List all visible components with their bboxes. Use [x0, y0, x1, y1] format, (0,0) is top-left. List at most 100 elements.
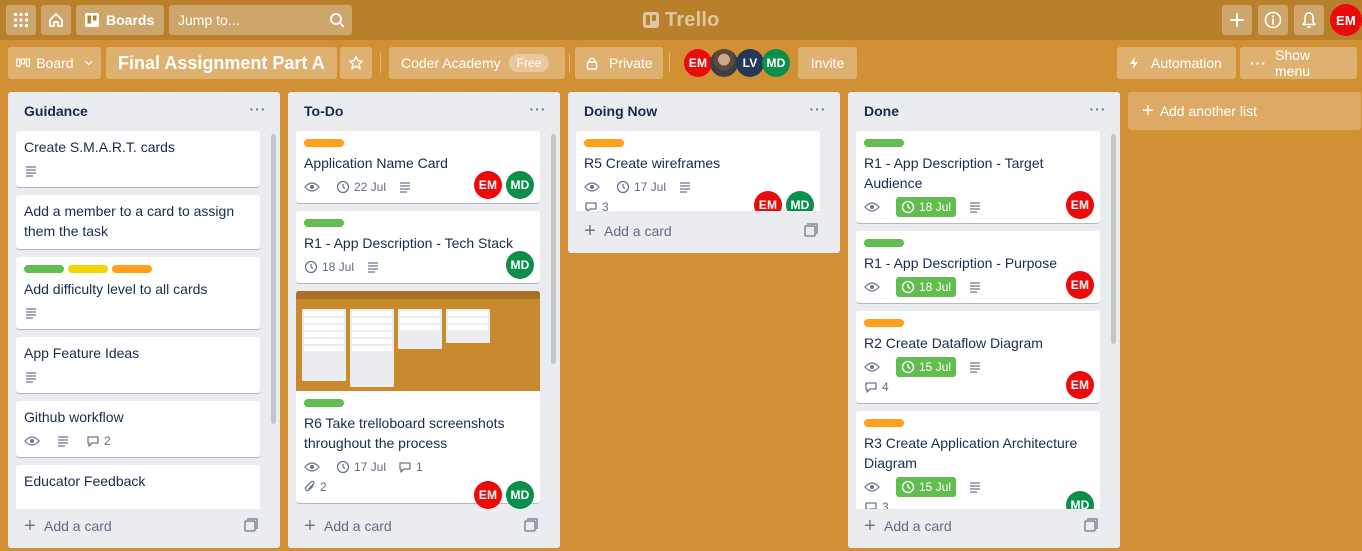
apps-grid-icon[interactable]	[6, 5, 36, 35]
card[interactable]: R6 Take trelloboard screenshots througho…	[296, 291, 540, 509]
card[interactable]: Create S.M.A.R.T. cards	[16, 131, 260, 187]
watching-eye-icon	[864, 277, 884, 297]
card-template-icon[interactable]	[804, 223, 818, 240]
notifications-bell-icon[interactable]	[1294, 5, 1324, 35]
card-title: Add difficulty level to all cards	[24, 281, 208, 297]
card-member-avatar[interactable]: EM	[1066, 371, 1094, 399]
card[interactable]: App Feature Ideas	[16, 337, 260, 393]
card[interactable]: R1 - App Description - Purpose 18 Jul EM	[856, 231, 1100, 303]
label-green[interactable]	[304, 399, 344, 407]
boards-button[interactable]: Boards	[76, 5, 164, 35]
member-avatar-md[interactable]: MD	[762, 49, 790, 77]
info-icon[interactable]	[1258, 5, 1288, 35]
label-green[interactable]	[304, 219, 344, 227]
card-member-avatar[interactable]: EM	[474, 171, 502, 199]
card-member-avatar[interactable]: EM	[754, 191, 782, 211]
invite-button[interactable]: Invite	[798, 47, 857, 79]
label-yellow[interactable]	[68, 265, 108, 273]
due-date-complete-badge[interactable]: 18 Jul	[896, 197, 957, 217]
card-member-avatar[interactable]: MD	[786, 191, 814, 211]
card[interactable]: R1 - App Description - Tech Stack 18 Jul…	[296, 211, 540, 283]
card-members: MD	[1066, 491, 1094, 509]
board-view-switcher[interactable]: Board	[8, 47, 101, 79]
search-icon[interactable]	[322, 12, 352, 28]
list-title[interactable]: To-Do	[304, 103, 343, 119]
list-menu-icon[interactable]: ···	[1088, 101, 1108, 121]
card[interactable]: R1 - App Description - Target Audience 1…	[856, 131, 1100, 223]
list-title[interactable]: Doing Now	[584, 103, 657, 119]
card[interactable]: Add a member to a card to assign them th…	[16, 195, 260, 249]
card-member-avatar[interactable]: MD	[506, 171, 534, 199]
card-member-avatar[interactable]: MD	[506, 251, 534, 279]
card-member-avatar[interactable]: MD	[506, 481, 534, 509]
list-scrollbar[interactable]	[271, 134, 276, 424]
due-date-complete-badge[interactable]: 15 Jul	[896, 357, 957, 377]
comments-badge: 2	[86, 431, 111, 451]
label-green[interactable]	[864, 239, 904, 247]
search-input[interactable]: Jump to...	[169, 5, 352, 35]
trello-logo[interactable]: Trello	[643, 7, 720, 33]
plus-icon: +	[1142, 100, 1154, 122]
workspace-button[interactable]: Coder Academy Free	[389, 47, 565, 79]
board-title[interactable]: Final Assignment Part A	[106, 47, 337, 79]
due-date-badge[interactable]: 17 Jul	[616, 177, 666, 197]
card-member-avatar[interactable]: EM	[1066, 191, 1094, 219]
list-title[interactable]: Done	[864, 103, 899, 119]
home-icon[interactable]	[41, 5, 71, 35]
card[interactable]: Application Name Card 22 Jul EM MD	[296, 131, 540, 203]
comment-count: 3	[882, 500, 889, 509]
label-orange[interactable]	[584, 139, 624, 147]
card[interactable]: R5 Create wireframes 17 Jul 3 EM MD	[576, 131, 820, 211]
card-template-icon[interactable]	[244, 518, 258, 535]
add-card-button[interactable]: + Add a card	[300, 512, 548, 540]
due-date-badge[interactable]: 17 Jul	[336, 457, 386, 477]
label-orange[interactable]	[864, 319, 904, 327]
add-card-button[interactable]: + Add a card	[20, 512, 268, 540]
automation-label: Automation	[1151, 55, 1222, 71]
due-date-badge[interactable]: 18 Jul	[304, 257, 354, 277]
add-card-button[interactable]: + Add a card	[860, 512, 1108, 540]
list-menu-icon[interactable]: ···	[248, 101, 268, 121]
card-member-avatar[interactable]: EM	[1066, 271, 1094, 299]
plus-icon: +	[864, 515, 876, 537]
list-scrollbar[interactable]	[551, 134, 556, 364]
card-labels	[24, 265, 252, 273]
label-green[interactable]	[864, 139, 904, 147]
search-placeholder: Jump to...	[178, 12, 240, 28]
automation-button[interactable]: Automation	[1117, 47, 1236, 79]
show-menu-button[interactable]: ··· Show menu	[1240, 47, 1357, 79]
card[interactable]: Github workflow 2	[16, 401, 260, 457]
create-plus-icon[interactable]	[1222, 5, 1252, 35]
label-green[interactable]	[24, 265, 64, 273]
description-icon	[24, 303, 42, 323]
add-list-button[interactable]: + Add another list	[1128, 92, 1361, 130]
label-orange[interactable]	[864, 419, 904, 427]
user-avatar[interactable]: EM	[1330, 4, 1362, 36]
card[interactable]: R2 Create Dataflow Diagram 15 Jul 4 EM	[856, 311, 1100, 403]
card-member-avatar[interactable]: EM	[474, 481, 502, 509]
add-card-button[interactable]: + Add a card	[580, 217, 828, 245]
visibility-button[interactable]: Private	[575, 47, 663, 79]
due-date-complete-badge[interactable]: 18 Jul	[896, 277, 957, 297]
list-menu-icon[interactable]: ···	[528, 101, 548, 121]
member-avatar-em[interactable]: EM	[684, 49, 712, 77]
list-scrollbar[interactable]	[1111, 134, 1116, 344]
list-doing-now: Doing Now ··· R5 Create wireframes 17 Ju…	[568, 92, 840, 253]
label-orange[interactable]	[304, 139, 344, 147]
card[interactable]: Add difficulty level to all cards	[16, 257, 260, 329]
due-date-badge[interactable]: 22 Jul	[336, 177, 386, 197]
member-avatar-photo[interactable]	[710, 49, 738, 77]
card-template-icon[interactable]	[1084, 518, 1098, 535]
card[interactable]: R3 Create Application Architecture Diagr…	[856, 411, 1100, 509]
member-avatar-lv[interactable]: LV	[736, 49, 764, 77]
list-menu-icon[interactable]: ···	[808, 101, 828, 121]
star-board-button[interactable]	[340, 47, 372, 79]
card-title: R5 Create wireframes	[584, 155, 721, 171]
list-title[interactable]: Guidance	[24, 103, 88, 119]
card[interactable]: Educator Feedback	[16, 465, 260, 509]
clock-icon	[901, 360, 915, 374]
due-date-complete-badge[interactable]: 15 Jul	[896, 477, 957, 497]
card-member-avatar[interactable]: MD	[1066, 491, 1094, 509]
label-orange[interactable]	[112, 265, 152, 273]
card-template-icon[interactable]	[524, 518, 538, 535]
